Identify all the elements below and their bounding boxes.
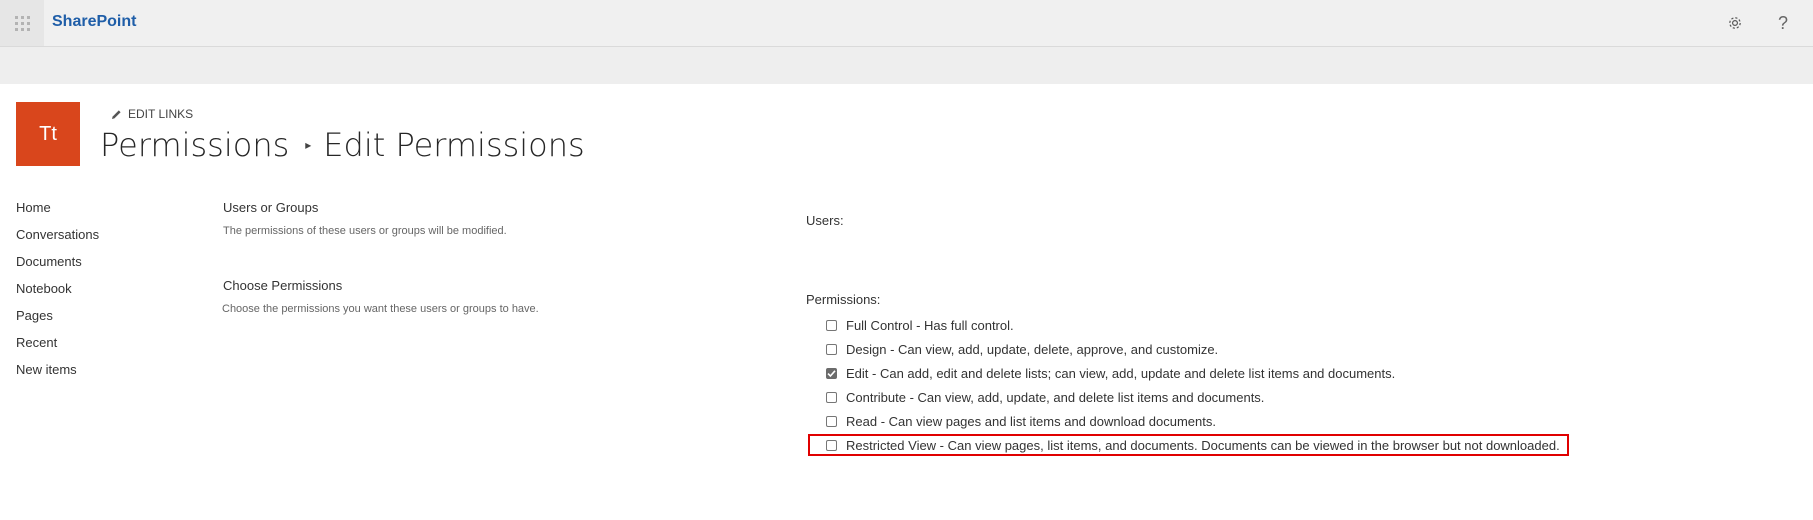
permissions-list: Full Control - Has full control. Design … <box>826 313 1560 457</box>
read-label: Read - Can view pages and list items and… <box>846 413 1216 429</box>
breadcrumb-current: Edit Permissions <box>323 126 585 164</box>
permission-restricted-view: Restricted View - Can view pages, list i… <box>826 433 1560 457</box>
edit-links-button[interactable]: EDIT LINKS <box>111 107 193 121</box>
site-logo[interactable]: Tt <box>16 102 80 166</box>
nav-new-items[interactable]: New items <box>16 360 99 387</box>
quick-launch-nav: Home Conversations Documents Notebook Pa… <box>16 198 99 387</box>
users-groups-title: Users or Groups <box>223 200 319 215</box>
choose-permissions-description: Choose the permissions you want these us… <box>222 303 539 315</box>
permission-contribute: Contribute - Can view, add, update, and … <box>826 385 1560 409</box>
site-logo-initials: Tt <box>39 122 57 145</box>
permission-design: Design - Can view, add, update, delete, … <box>826 337 1560 361</box>
sharepoint-brand-link[interactable]: SharePoint <box>52 13 136 31</box>
ribbon-bar <box>0 47 1813 84</box>
edit-label: Edit - Can add, edit and delete lists; c… <box>846 365 1396 381</box>
permission-edit: Edit - Can add, edit and delete lists; c… <box>826 361 1560 385</box>
restricted-view-label: Restricted View - Can view pages, list i… <box>846 437 1560 453</box>
nav-documents[interactable]: Documents <box>16 252 99 279</box>
design-checkbox[interactable] <box>826 343 837 355</box>
edit-checkbox[interactable] <box>826 367 837 379</box>
pencil-icon <box>112 109 121 119</box>
nav-conversations[interactable]: Conversations <box>16 225 99 252</box>
suite-bar: SharePoint ? <box>0 0 1813 47</box>
full-control-label: Full Control - Has full control. <box>846 317 1014 333</box>
full-control-checkbox[interactable] <box>826 319 837 331</box>
gear-icon <box>1729 17 1741 29</box>
breadcrumb-separator-icon: ▸ <box>305 138 312 152</box>
nav-pages[interactable]: Pages <box>16 306 99 333</box>
permission-full-control: Full Control - Has full control. <box>826 313 1560 337</box>
question-mark-icon: ? <box>1777 12 1788 33</box>
permissions-label: Permissions: <box>806 292 881 307</box>
settings-button[interactable] <box>1722 10 1748 36</box>
design-label: Design - Can view, add, update, delete, … <box>846 341 1219 357</box>
permission-read: Read - Can view pages and list items and… <box>826 409 1560 433</box>
contribute-checkbox[interactable] <box>826 391 837 403</box>
breadcrumb-permissions-link[interactable]: Permissions <box>100 126 289 164</box>
choose-permissions-title: Choose Permissions <box>223 278 343 293</box>
edit-links-label: EDIT LINKS <box>128 107 194 121</box>
page-title: Permissions ▸ Edit Permissions <box>100 126 585 164</box>
waffle-icon <box>14 15 30 31</box>
users-label: Users: <box>806 213 844 228</box>
checkmark-icon <box>827 369 836 377</box>
read-checkbox[interactable] <box>826 415 837 427</box>
contribute-label: Contribute - Can view, add, update, and … <box>846 389 1265 405</box>
nav-notebook[interactable]: Notebook <box>16 279 99 306</box>
nav-home[interactable]: Home <box>16 198 99 225</box>
app-launcher-button[interactable] <box>0 0 44 46</box>
users-groups-description: The permissions of these users or groups… <box>223 225 507 237</box>
restricted-view-checkbox[interactable] <box>826 439 837 451</box>
help-button[interactable]: ? <box>1770 10 1796 36</box>
nav-recent[interactable]: Recent <box>16 333 99 360</box>
